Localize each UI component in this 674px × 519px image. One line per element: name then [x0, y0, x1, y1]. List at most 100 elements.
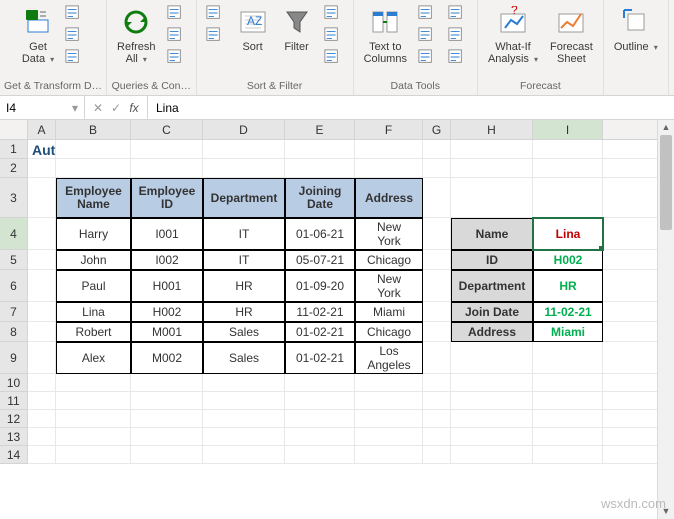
cell-A12[interactable] [28, 410, 56, 428]
col-header-C[interactable]: C [131, 120, 203, 139]
cell-I14[interactable] [533, 446, 603, 464]
cell-H11[interactable] [451, 392, 533, 410]
cell-C2[interactable] [131, 159, 203, 178]
cell-G12[interactable] [423, 410, 451, 428]
col-header-B[interactable]: B [56, 120, 131, 139]
cells-container[interactable]: Auto Populate Cells In Excel Based On An… [28, 140, 674, 464]
cell-D12[interactable] [203, 410, 285, 428]
enter-formula-icon[interactable]: ✓ [107, 101, 125, 115]
cell-A6[interactable] [28, 270, 56, 302]
cell-D8[interactable]: Sales [203, 322, 285, 342]
cell-H5[interactable]: ID [451, 250, 533, 270]
row-header-11[interactable]: 11 [0, 392, 28, 410]
cell-G14[interactable] [423, 446, 451, 464]
cell-G1[interactable] [423, 140, 451, 159]
cell-I4[interactable]: Lina [533, 218, 603, 250]
fx-icon[interactable]: fx [125, 101, 143, 115]
cell-A7[interactable] [28, 302, 56, 322]
cell-F4[interactable]: NewYork [355, 218, 423, 250]
cell-A13[interactable] [28, 428, 56, 446]
cell-F1[interactable] [355, 140, 423, 159]
row-header-4[interactable]: 4 [0, 218, 28, 250]
col-header-E[interactable]: E [285, 120, 355, 139]
data-val-button[interactable] [413, 46, 443, 68]
cell-B10[interactable] [56, 374, 131, 392]
cell-I10[interactable] [533, 374, 603, 392]
cell-A11[interactable] [28, 392, 56, 410]
cell-A2[interactable] [28, 159, 56, 178]
cell-B7[interactable]: Lina [56, 302, 131, 322]
cell-D3[interactable]: Department [203, 178, 285, 218]
from-web-button[interactable] [60, 24, 90, 46]
row-header-8[interactable]: 8 [0, 322, 28, 342]
cell-E9[interactable]: 01-02-21 [285, 342, 355, 374]
cell-H3[interactable] [451, 178, 533, 218]
cell-D2[interactable] [203, 159, 285, 178]
cell-G2[interactable] [423, 159, 451, 178]
cell-H2[interactable] [451, 159, 533, 178]
cell-C9[interactable]: M002 [131, 342, 203, 374]
cell-C7[interactable]: H002 [131, 302, 203, 322]
flash-fill-button[interactable] [413, 2, 443, 24]
sort-az-button[interactable] [201, 2, 231, 24]
cell-H12[interactable] [451, 410, 533, 428]
cell-E10[interactable] [285, 374, 355, 392]
cell-E14[interactable] [285, 446, 355, 464]
col-header-A[interactable]: A [28, 120, 56, 139]
row-header-6[interactable]: 6 [0, 270, 28, 302]
scroll-up-arrow[interactable]: ▲ [658, 120, 674, 135]
manage-dm-button[interactable] [443, 46, 473, 68]
cell-F2[interactable] [355, 159, 423, 178]
cell-I6[interactable]: HR [533, 270, 603, 302]
cell-I8[interactable]: Miami [533, 322, 603, 342]
cell-A14[interactable] [28, 446, 56, 464]
name-box[interactable]: I4 ▾ [0, 96, 85, 119]
cell-E11[interactable] [285, 392, 355, 410]
cell-F14[interactable] [355, 446, 423, 464]
scroll-thumb[interactable] [660, 135, 672, 230]
cell-H10[interactable] [451, 374, 533, 392]
cell-C8[interactable]: M001 [131, 322, 203, 342]
cell-A8[interactable] [28, 322, 56, 342]
cell-E12[interactable] [285, 410, 355, 428]
row-header-7[interactable]: 7 [0, 302, 28, 322]
cell-G9[interactable] [423, 342, 451, 374]
cell-G8[interactable] [423, 322, 451, 342]
queries-button[interactable] [162, 2, 192, 24]
row-header-13[interactable]: 13 [0, 428, 28, 446]
cell-D14[interactable] [203, 446, 285, 464]
forecast-button[interactable]: ForecastSheet [544, 2, 599, 76]
cell-I2[interactable] [533, 159, 603, 178]
cell-E5[interactable]: 05-07-21 [285, 250, 355, 270]
cell-I11[interactable] [533, 392, 603, 410]
cell-F6[interactable]: NewYork [355, 270, 423, 302]
sort-button[interactable]: AZSort [231, 2, 275, 76]
cell-D4[interactable]: IT [203, 218, 285, 250]
row-header-1[interactable]: 1 [0, 140, 28, 159]
clear-button[interactable] [319, 2, 349, 24]
outline-button[interactable]: Outline ▾ [608, 2, 664, 76]
cell-F5[interactable]: Chicago [355, 250, 423, 270]
cell-B1[interactable] [56, 140, 131, 159]
cell-B6[interactable]: Paul [56, 270, 131, 302]
cell-A3[interactable] [28, 178, 56, 218]
properties-button[interactable] [162, 24, 192, 46]
cell-E1[interactable] [285, 140, 355, 159]
cell-D9[interactable]: Sales [203, 342, 285, 374]
cell-C14[interactable] [131, 446, 203, 464]
cell-E8[interactable]: 01-02-21 [285, 322, 355, 342]
cell-C1[interactable] [131, 140, 203, 159]
cell-E4[interactable]: 01-06-21 [285, 218, 355, 250]
cell-A10[interactable] [28, 374, 56, 392]
cell-F9[interactable]: LosAngeles [355, 342, 423, 374]
row-header-9[interactable]: 9 [0, 342, 28, 374]
col-header-H[interactable]: H [451, 120, 533, 139]
cell-G10[interactable] [423, 374, 451, 392]
cell-H1[interactable] [451, 140, 533, 159]
cell-A9[interactable] [28, 342, 56, 374]
formula-bar[interactable]: Lina [148, 96, 674, 119]
cell-G11[interactable] [423, 392, 451, 410]
cell-I12[interactable] [533, 410, 603, 428]
row-header-10[interactable]: 10 [0, 374, 28, 392]
cell-C4[interactable]: I001 [131, 218, 203, 250]
